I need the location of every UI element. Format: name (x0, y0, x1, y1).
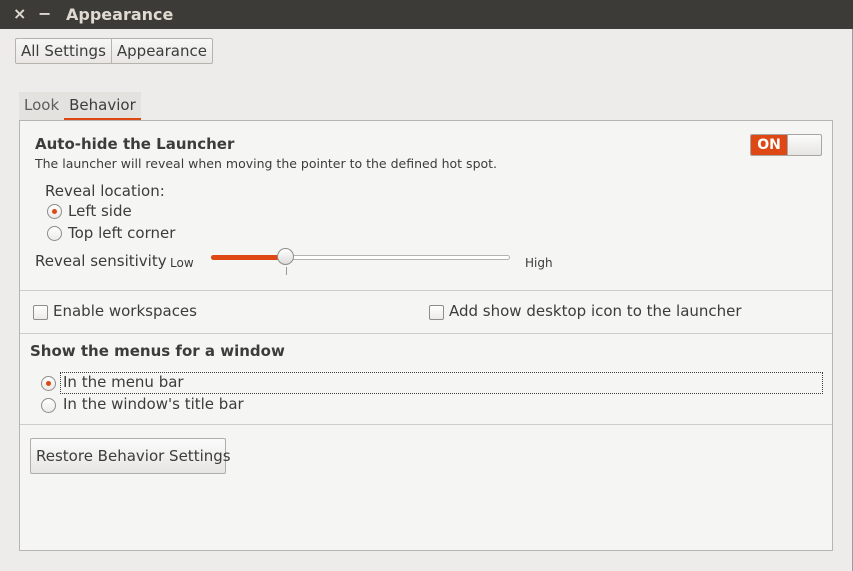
tab-look[interactable]: Look (19, 92, 65, 120)
auto-hide-toggle[interactable]: ON (750, 134, 822, 156)
minimize-icon[interactable]: − (38, 4, 51, 23)
sensitivity-high-label: High (525, 256, 553, 270)
enable-workspaces-label[interactable]: Enable workspaces (53, 302, 197, 320)
tab-behavior[interactable]: Behavior (64, 92, 141, 120)
desktop-icon-checkbox[interactable] (429, 305, 444, 320)
breadcrumb: All Settings Appearance (15, 38, 213, 64)
reveal-location-label: Reveal location: (45, 182, 165, 200)
menu-bar-label[interactable]: In the menu bar (63, 373, 184, 391)
window-title: Appearance (66, 5, 174, 24)
enable-workspaces-checkbox[interactable] (33, 305, 48, 320)
breadcrumb-appearance[interactable]: Appearance (110, 39, 212, 63)
sensitivity-slider-tick (286, 267, 287, 275)
divider (20, 290, 832, 291)
radio-menu-bar[interactable] (41, 376, 56, 391)
breadcrumb-all-settings[interactable]: All Settings (16, 39, 111, 63)
auto-hide-title: Auto-hide the Launcher (35, 135, 235, 153)
sensitivity-slider-fill (211, 255, 286, 260)
radio-title-bar[interactable] (41, 398, 56, 413)
reveal-sensitivity-label: Reveal sensitivity (35, 252, 167, 270)
desktop-icon-label[interactable]: Add show desktop icon to the launcher (449, 302, 742, 320)
sensitivity-slider-handle[interactable] (277, 248, 295, 265)
auto-hide-description: The launcher will reveal when moving the… (35, 156, 498, 171)
sensitivity-low-label: Low (170, 256, 194, 270)
left-side-label[interactable]: Left side (68, 202, 132, 220)
close-icon[interactable]: × (13, 4, 26, 23)
title-bar-label[interactable]: In the window's title bar (63, 395, 244, 413)
toggle-on-label: ON (751, 135, 788, 155)
radio-left-side[interactable] (47, 204, 62, 219)
tab-bar: Look Behavior (19, 92, 141, 120)
radio-top-left-corner[interactable] (47, 226, 62, 241)
divider (20, 333, 832, 334)
restore-behavior-button[interactable]: Restore Behavior Settings (30, 438, 231, 474)
title-bar: × − Appearance (0, 0, 853, 29)
divider (20, 424, 832, 425)
menus-section-title: Show the menus for a window (30, 342, 285, 360)
behavior-panel: Auto-hide the Launcher The launcher will… (19, 120, 833, 551)
top-left-corner-label[interactable]: Top left corner (68, 224, 175, 242)
